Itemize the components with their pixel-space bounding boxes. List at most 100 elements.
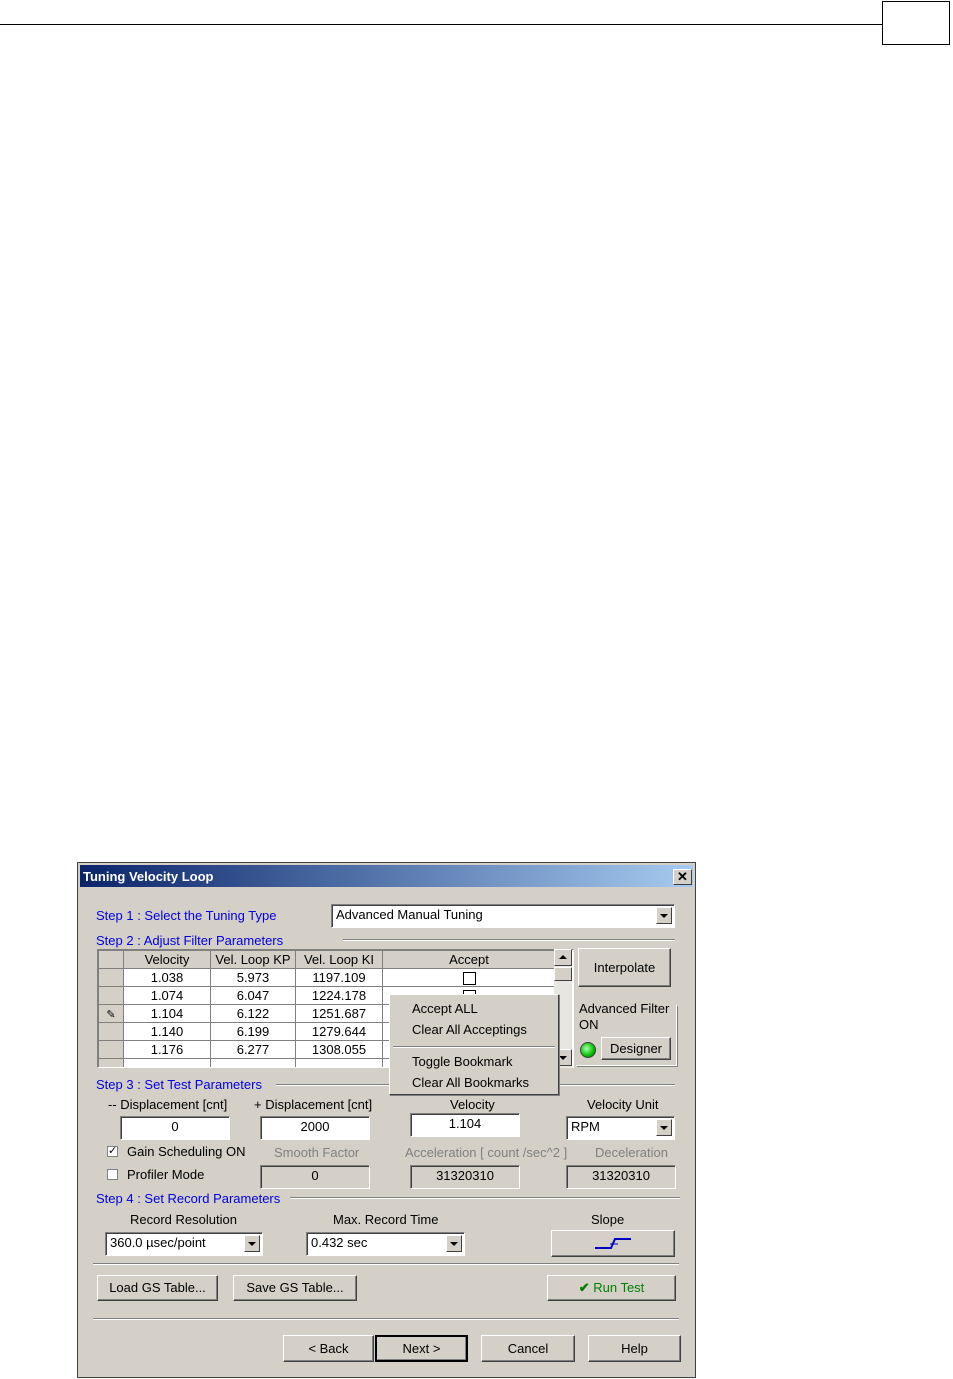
grid-context-menu: Accept ALL Clear All Acceptings Toggle B… xyxy=(389,994,559,1095)
kp-cell[interactable]: 6.047 xyxy=(210,986,296,1005)
close-button[interactable]: ✕ xyxy=(673,869,692,885)
velocity-cell[interactable]: 1.074 xyxy=(123,986,211,1005)
neg-displacement-label: -- Displacement [cnt] xyxy=(108,1097,228,1112)
dialog-title: Tuning Velocity Loop xyxy=(83,869,214,884)
tuning-type-select[interactable]: Advanced Manual Tuning xyxy=(331,904,675,928)
arrow-down-icon xyxy=(559,1056,567,1060)
ki-cell[interactable]: 1251.687 xyxy=(295,1004,383,1023)
rising-edge-icon xyxy=(595,1238,631,1249)
step4-separator xyxy=(290,1197,680,1199)
kp-cell[interactable]: 5.973 xyxy=(210,968,296,987)
scroll-thumb[interactable] xyxy=(554,967,572,981)
column-header[interactable]: Velocity xyxy=(123,950,211,969)
velocity-label: Velocity xyxy=(450,1097,495,1112)
table-row[interactable]: 1.038 5.973 1197.109 xyxy=(98,968,556,987)
velocity-unit-select[interactable]: RPM xyxy=(566,1116,675,1140)
max-record-time-label: Max. Record Time xyxy=(333,1212,439,1227)
slope-label: Slope xyxy=(591,1212,625,1227)
row-header[interactable] xyxy=(98,968,124,987)
ki-cell[interactable]: 1279.644 xyxy=(295,1022,383,1041)
ki-cell[interactable]: 1197.109 xyxy=(295,968,383,987)
advanced-filter-label: Advanced Filter xyxy=(579,1001,670,1016)
help-button[interactable]: Help xyxy=(588,1335,681,1362)
velocity-unit-value: RPM xyxy=(571,1119,600,1134)
cancel-button[interactable]: Cancel xyxy=(481,1335,575,1362)
row-header[interactable] xyxy=(98,986,124,1005)
table-header-row: Velocity Vel. Loop KP Vel. Loop KI Accep… xyxy=(98,950,556,969)
page-number-box xyxy=(882,1,950,45)
velocity-cell[interactable] xyxy=(123,1058,211,1067)
chevron-down-icon[interactable] xyxy=(656,1119,672,1136)
acceleration-field: 31320310 xyxy=(410,1165,520,1189)
record-resolution-select[interactable]: 360.0 µsec/point xyxy=(105,1232,263,1256)
step2-label: Step 2 : Adjust Filter Parameters xyxy=(96,933,284,948)
load-gs-table-button[interactable]: Load GS Table... xyxy=(97,1275,218,1301)
kp-cell[interactable] xyxy=(210,1058,296,1067)
ki-cell[interactable] xyxy=(295,1058,383,1067)
kp-cell[interactable]: 6.122 xyxy=(210,1004,296,1023)
step2-separator xyxy=(343,939,675,941)
row-header[interactable] xyxy=(98,1040,124,1059)
chevron-down-icon[interactable] xyxy=(244,1235,260,1252)
gain-scheduling-label: Gain Scheduling ON xyxy=(127,1144,246,1159)
column-header[interactable]: Accept xyxy=(382,950,556,969)
gain-scheduling-checkbox[interactable]: ✓ xyxy=(107,1146,118,1157)
chevron-down-icon[interactable] xyxy=(656,907,672,924)
step4-label: Step 4 : Set Record Parameters xyxy=(96,1191,281,1206)
velocity-cell[interactable]: 1.038 xyxy=(123,968,211,987)
interpolate-button[interactable]: Interpolate xyxy=(578,948,671,987)
record-resolution-label: Record Resolution xyxy=(130,1212,237,1227)
chevron-down-icon[interactable] xyxy=(446,1235,462,1252)
menu-item-accept-all[interactable]: Accept ALL xyxy=(412,1001,478,1016)
velocity-field[interactable]: 1.104 xyxy=(410,1113,520,1137)
column-header[interactable]: Vel. Loop KI xyxy=(295,950,383,969)
ki-cell[interactable]: 1224.178 xyxy=(295,986,383,1005)
accept-checkbox[interactable] xyxy=(462,972,476,986)
scroll-up-button[interactable] xyxy=(554,949,572,966)
neg-displacement-field[interactable]: 0 xyxy=(120,1116,230,1140)
velocity-cell[interactable]: 1.176 xyxy=(123,1040,211,1059)
deceleration-field: 31320310 xyxy=(566,1165,676,1189)
save-gs-table-button[interactable]: Save GS Table... xyxy=(233,1275,357,1301)
column-header[interactable]: Vel. Loop KP xyxy=(210,950,296,969)
tuning-type-value: Advanced Manual Tuning xyxy=(336,907,483,922)
bottom-separator xyxy=(93,1318,679,1320)
designer-button[interactable]: Designer xyxy=(601,1037,671,1060)
deceleration-label: Deceleration xyxy=(595,1145,668,1160)
max-record-time-value: 0.432 sec xyxy=(311,1235,368,1250)
kp-cell[interactable]: 6.277 xyxy=(210,1040,296,1059)
tuning-velocity-loop-dialog: Tuning Velocity Loop ✕ Step 1 : Select t… xyxy=(77,862,696,1378)
step3-label: Step 3 : Set Test Parameters xyxy=(96,1077,262,1092)
next-button[interactable]: Next > xyxy=(375,1335,468,1362)
pos-displacement-field[interactable]: 2000 xyxy=(260,1116,370,1140)
row-header[interactable]: ✎ xyxy=(98,1004,124,1023)
kp-cell[interactable]: 6.199 xyxy=(210,1022,296,1041)
row-header[interactable] xyxy=(98,1022,124,1041)
back-button[interactable]: < Back xyxy=(283,1335,374,1362)
status-led-icon xyxy=(580,1042,596,1058)
run-test-label: Run Test xyxy=(593,1280,645,1295)
dialog-titlebar: Tuning Velocity Loop ✕ xyxy=(80,865,693,887)
velocity-cell[interactable]: 1.104 xyxy=(123,1004,211,1023)
menu-item-toggle-bookmark[interactable]: Toggle Bookmark xyxy=(412,1054,512,1069)
run-test-button[interactable]: ✔ Run Test xyxy=(547,1275,676,1301)
velocity-cell[interactable]: 1.140 xyxy=(123,1022,211,1041)
velocity-unit-label: Velocity Unit xyxy=(587,1097,659,1112)
row-header-corner xyxy=(98,950,124,969)
profiler-mode-label: Profiler Mode xyxy=(127,1167,205,1182)
smooth-factor-field: 0 xyxy=(260,1165,370,1189)
record-resolution-value: 360.0 µsec/point xyxy=(110,1235,206,1250)
lower-separator xyxy=(93,1263,679,1265)
max-record-time-select[interactable]: 0.432 sec xyxy=(306,1232,465,1256)
advanced-filter-state: ON xyxy=(579,1017,599,1032)
slope-button[interactable] xyxy=(551,1230,675,1257)
menu-item-clear-all-acceptings[interactable]: Clear All Acceptings xyxy=(412,1022,527,1037)
profiler-mode-checkbox[interactable] xyxy=(107,1169,118,1180)
arrow-up-icon xyxy=(559,955,567,959)
row-header[interactable] xyxy=(98,1058,124,1067)
pencil-icon: ✎ xyxy=(106,1009,116,1021)
ki-cell[interactable]: 1308.055 xyxy=(295,1040,383,1059)
menu-separator xyxy=(393,1046,555,1048)
menu-item-clear-all-bookmarks[interactable]: Clear All Bookmarks xyxy=(412,1075,529,1090)
accept-cell[interactable] xyxy=(382,968,556,987)
